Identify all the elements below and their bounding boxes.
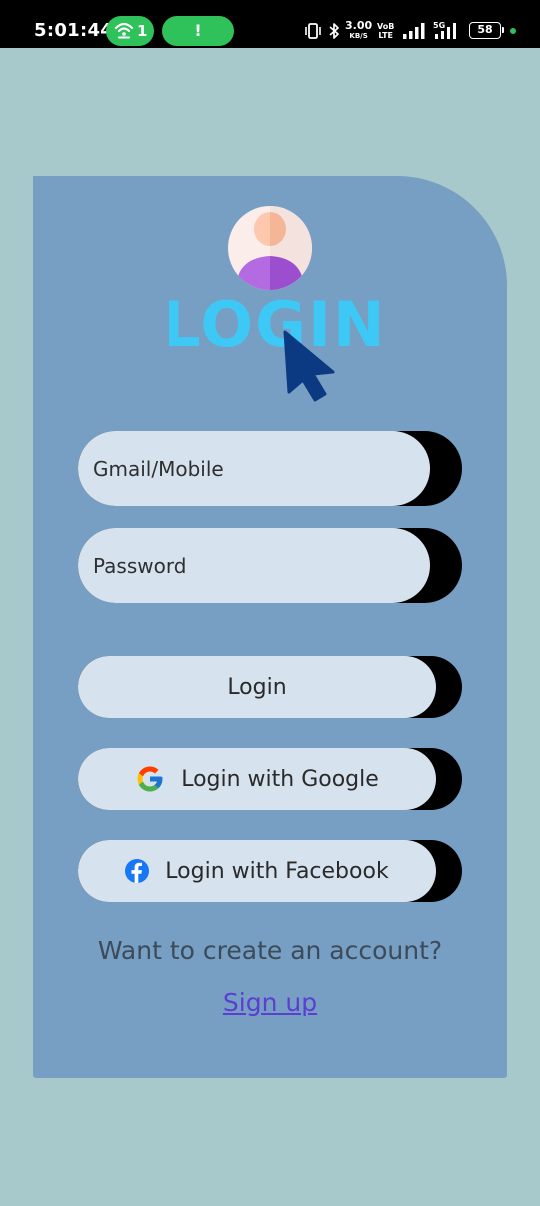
google-icon xyxy=(135,764,165,794)
5g-signal-icon: 5G xyxy=(433,21,456,39)
status-bar: 5:01:44 1 ! 3.00 KB/S VoB LTE 5G 58 xyxy=(0,0,540,48)
alert-icon: ! xyxy=(194,21,202,40)
signal-icon xyxy=(403,23,425,39)
user-avatar-icon xyxy=(228,206,312,290)
login-facebook-button[interactable]: Login with Facebook xyxy=(78,840,462,902)
notification-dot xyxy=(510,28,516,34)
vibrate-icon xyxy=(305,23,321,39)
password-input[interactable] xyxy=(78,528,430,603)
hotspot-pill[interactable]: 1 xyxy=(106,16,154,46)
cursor-arrow-icon xyxy=(283,330,335,402)
svg-text:LOGIN: LOGIN xyxy=(169,288,379,358)
status-time: 5:01:44 xyxy=(34,20,114,41)
login-logo: LOGIN xyxy=(33,176,507,416)
bluetooth-icon xyxy=(329,23,339,39)
login-google-button[interactable]: Login with Google xyxy=(78,748,462,810)
login-button-label: Login xyxy=(227,674,287,700)
signup-link[interactable]: Sign up xyxy=(33,988,507,1017)
alert-pill[interactable]: ! xyxy=(162,16,234,46)
google-button-label: Login with Google xyxy=(181,766,379,792)
login-logo-text: LOGIN xyxy=(169,288,379,358)
login-card: LOGIN Login xyxy=(33,176,507,1078)
facebook-icon xyxy=(125,859,150,883)
net-speed: 3.00 KB/S xyxy=(345,19,373,40)
svg-text:5G: 5G xyxy=(433,21,445,30)
login-button[interactable]: Login xyxy=(78,656,462,718)
wifi-hotspot-icon xyxy=(114,22,134,39)
hotspot-count: 1 xyxy=(137,22,148,40)
battery-icon: 58 xyxy=(469,22,504,39)
password-field[interactable] xyxy=(78,528,462,603)
email-input[interactable] xyxy=(78,431,430,506)
volte-indicator: VoB LTE xyxy=(377,22,395,40)
facebook-button-label: Login with Facebook xyxy=(165,858,389,884)
signup-prompt: Want to create an account? xyxy=(97,936,443,965)
email-field[interactable] xyxy=(78,431,462,506)
